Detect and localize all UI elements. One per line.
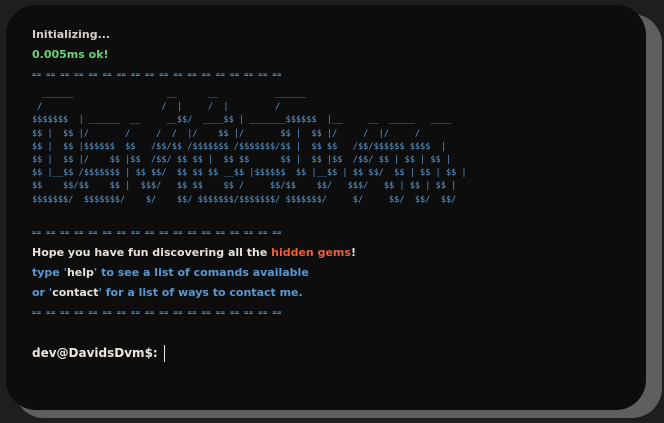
welcome-text: Hope you have fun discovering all the: [32, 245, 272, 259]
prompt-label: dev@DavidsDvm$:: [32, 345, 158, 360]
contact-hint-prefix: or ': [32, 285, 53, 299]
separator-middle: == == == == == == == == == == == == == =…: [32, 228, 282, 237]
command-input[interactable]: [163, 344, 464, 362]
help-hint-prefix: type ': [32, 265, 67, 279]
contact-hint-suffix: ' for a list of ways to contact me.: [98, 285, 303, 299]
help-hint-suffix: ' to see a list of comands available: [93, 265, 309, 279]
hidden-gems-highlight: hidden gems: [271, 245, 351, 259]
contact-command: contact: [52, 285, 99, 299]
welcome-line-1: Hope you have fun discovering all the hi…: [32, 243, 620, 263]
help-command: help: [66, 265, 94, 279]
terminal-window[interactable]: Initializing... 0.005ms ok! == == == == …: [6, 5, 646, 410]
contact-hint-line: or 'contact' for a list of ways to conta…: [32, 283, 620, 303]
text-cursor: [163, 344, 165, 362]
separator-bottom: == == == == == == == == == == == == == =…: [32, 308, 282, 317]
exclamation: !: [350, 245, 356, 259]
separator-top: == == == == == == == == == == == == == =…: [32, 71, 282, 79]
help-hint-line: type 'help' to see a list of comands ava…: [32, 263, 620, 283]
ascii-art-banner: ______ __ __ ______ / / | / | / $$$$$$$ …: [32, 89, 467, 205]
boot-timing: 0.005ms ok!: [32, 48, 109, 61]
boot-status: Initializing...: [32, 28, 111, 41]
command-prompt-row[interactable]: dev@DavidsDvm$:: [32, 343, 620, 363]
